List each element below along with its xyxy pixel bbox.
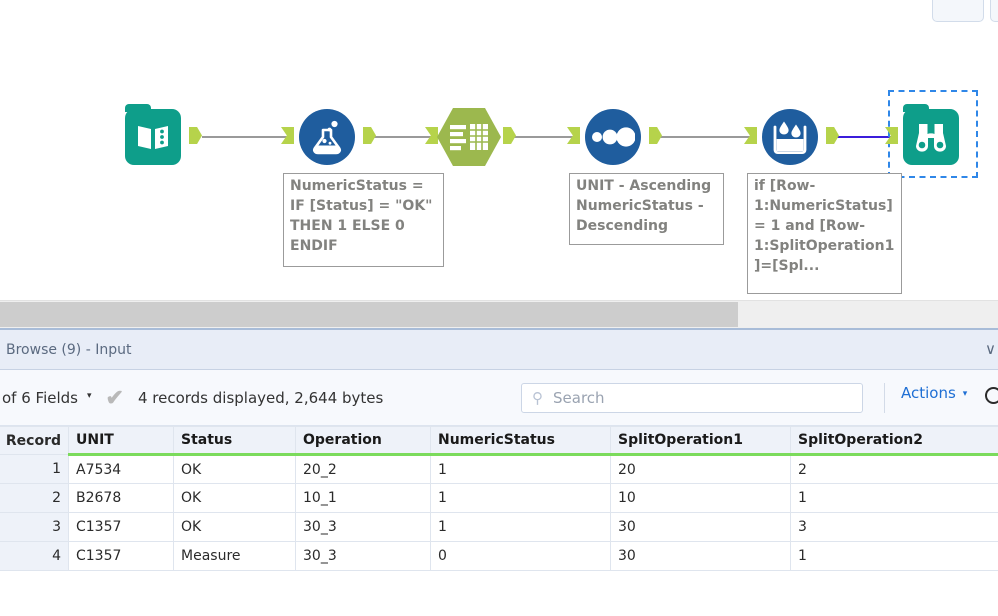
column-header-status[interactable]: Status — [173, 426, 296, 456]
column-header-operation[interactable]: Operation — [295, 426, 431, 456]
fields-selector-label[interactable]: of 6 Fields — [0, 389, 78, 407]
search-input[interactable] — [551, 388, 831, 408]
tool-multi-row-formula[interactable] — [744, 109, 839, 165]
three-circles-icon — [585, 109, 641, 165]
toolbar-divider — [884, 383, 885, 413]
tool-sort[interactable] — [567, 109, 662, 165]
cell-splitoperation1[interactable]: 30 — [610, 512, 791, 542]
browse-tab-bar[interactable]: Browse (9) - Input ∨ — [0, 330, 998, 370]
cell-record[interactable]: 3 — [0, 512, 69, 542]
output-plug-select[interactable] — [503, 127, 516, 144]
toolbar-button-2[interactable] — [990, 0, 998, 22]
cell-operation[interactable]: 30_3 — [295, 541, 431, 571]
chevron-down-icon-actions: ▾ — [962, 389, 968, 399]
cell-status[interactable]: OK — [173, 483, 296, 513]
bucket-droplets-icon — [762, 109, 818, 165]
tool-input-data[interactable] — [125, 104, 202, 165]
actions-button[interactable]: Actions ▾ — [901, 384, 967, 402]
cell-status[interactable]: OK — [173, 454, 296, 484]
cell-splitoperation1[interactable]: 30 — [610, 541, 791, 571]
cell-splitoperation1[interactable]: 10 — [610, 483, 791, 513]
results-toolbar: of 6 Fields ▾ ✔ 4 records displayed, 2,6… — [0, 370, 998, 426]
cell-splitoperation1[interactable]: 20 — [610, 454, 791, 484]
connector-input-to-formula[interactable] — [202, 136, 292, 138]
results-table: Record UNIT Status Operation NumericStat… — [0, 426, 998, 571]
results-data-grid[interactable]: Record UNIT Status Operation NumericStat… — [0, 426, 998, 571]
table-row: 3 C1357 OK 30_3 1 30 3 — [0, 512, 998, 542]
cell-status[interactable]: Measure — [173, 541, 296, 571]
tool-browse[interactable] — [885, 104, 959, 165]
column-header-record[interactable]: Record — [0, 426, 69, 455]
checkmark-icon: ✔ — [105, 384, 124, 410]
settings-circle-icon[interactable] — [985, 387, 998, 404]
cell-record[interactable]: 4 — [0, 541, 69, 571]
cell-numericstatus[interactable]: 1 — [430, 483, 611, 513]
browse-tab-title: Browse (9) - Input — [6, 341, 132, 358]
table-row: 2 B2678 OK 10_1 1 10 1 — [0, 483, 998, 513]
cell-numericstatus[interactable]: 1 — [430, 454, 611, 484]
cell-unit[interactable]: C1357 — [68, 541, 174, 571]
actions-label: Actions — [901, 384, 956, 402]
output-plug-input-data[interactable] — [189, 127, 202, 144]
tool-formula[interactable] — [281, 109, 376, 165]
annotation-multirow: if [Row- 1:NumericStatus] = 1 and [Row- … — [747, 173, 902, 294]
cell-status[interactable]: OK — [173, 512, 296, 542]
select-table-icon — [437, 108, 501, 166]
canvas-hscrollbar-thumb[interactable] — [0, 302, 738, 327]
search-box[interactable]: ⚲ — [521, 383, 863, 413]
cell-unit[interactable]: B2678 — [68, 483, 174, 513]
column-header-splitoperation1[interactable]: SplitOperation1 — [610, 426, 791, 456]
table-header-row: Record UNIT Status Operation NumericStat… — [0, 426, 998, 456]
cell-splitoperation2[interactable]: 1 — [790, 541, 998, 571]
connector-select-to-sort[interactable] — [508, 136, 576, 138]
connector-sort-to-multirow[interactable] — [655, 136, 755, 138]
column-header-numericstatus[interactable]: NumericStatus — [430, 426, 611, 456]
connector-formula-to-select[interactable] — [370, 136, 436, 138]
cell-operation[interactable]: 30_3 — [295, 512, 431, 542]
output-plug-multirow[interactable] — [826, 127, 839, 144]
tool-select[interactable] — [425, 108, 516, 166]
records-displayed-label: 4 records displayed, 2,644 bytes — [137, 388, 384, 407]
toolbar-button-1[interactable] — [932, 0, 984, 22]
cell-splitoperation2[interactable]: 2 — [790, 454, 998, 484]
cell-numericstatus[interactable]: 0 — [430, 541, 611, 571]
column-header-unit[interactable]: UNIT — [68, 426, 174, 456]
cell-unit[interactable]: C1357 — [68, 512, 174, 542]
cell-numericstatus[interactable]: 1 — [430, 512, 611, 542]
chevron-down-icon[interactable]: ∨ — [985, 340, 996, 358]
flask-icon — [299, 109, 355, 165]
cell-splitoperation2[interactable]: 1 — [790, 483, 998, 513]
annotation-formula: NumericStatus = IF [Status] = "OK" THEN … — [283, 173, 444, 267]
results-pane: Browse (9) - Input ∨ of 6 Fields ▾ ✔ 4 r… — [0, 328, 998, 616]
top-toolbar — [0, 0, 998, 26]
workflow-canvas[interactable]: NumericStatus = IF [Status] = "OK" THEN … — [0, 26, 998, 300]
book-icon — [125, 104, 181, 165]
output-plug-formula[interactable] — [363, 127, 376, 144]
column-header-splitoperation2[interactable]: SplitOperation2 — [790, 426, 998, 456]
binoculars-icon — [903, 104, 959, 165]
annotation-sort: UNIT - Ascending NumericStatus - Descend… — [569, 173, 724, 245]
output-plug-sort[interactable] — [649, 127, 662, 144]
alteryx-designer-window: NumericStatus = IF [Status] = "OK" THEN … — [0, 0, 998, 616]
chevron-down-icon-fields[interactable]: ▾ — [87, 390, 92, 401]
connector-multirow-to-browse[interactable] — [830, 136, 895, 138]
cell-unit[interactable]: A7534 — [68, 454, 174, 484]
table-row: 4 C1357 Measure 30_3 0 30 1 — [0, 541, 998, 571]
cell-operation[interactable]: 10_1 — [295, 483, 431, 513]
cell-record[interactable]: 1 — [0, 454, 69, 484]
search-icon: ⚲ — [532, 390, 543, 407]
cell-splitoperation2[interactable]: 3 — [790, 512, 998, 542]
cell-operation[interactable]: 20_2 — [295, 454, 431, 484]
cell-record[interactable]: 2 — [0, 483, 69, 513]
table-row: 1 A7534 OK 20_2 1 20 2 — [0, 454, 998, 484]
